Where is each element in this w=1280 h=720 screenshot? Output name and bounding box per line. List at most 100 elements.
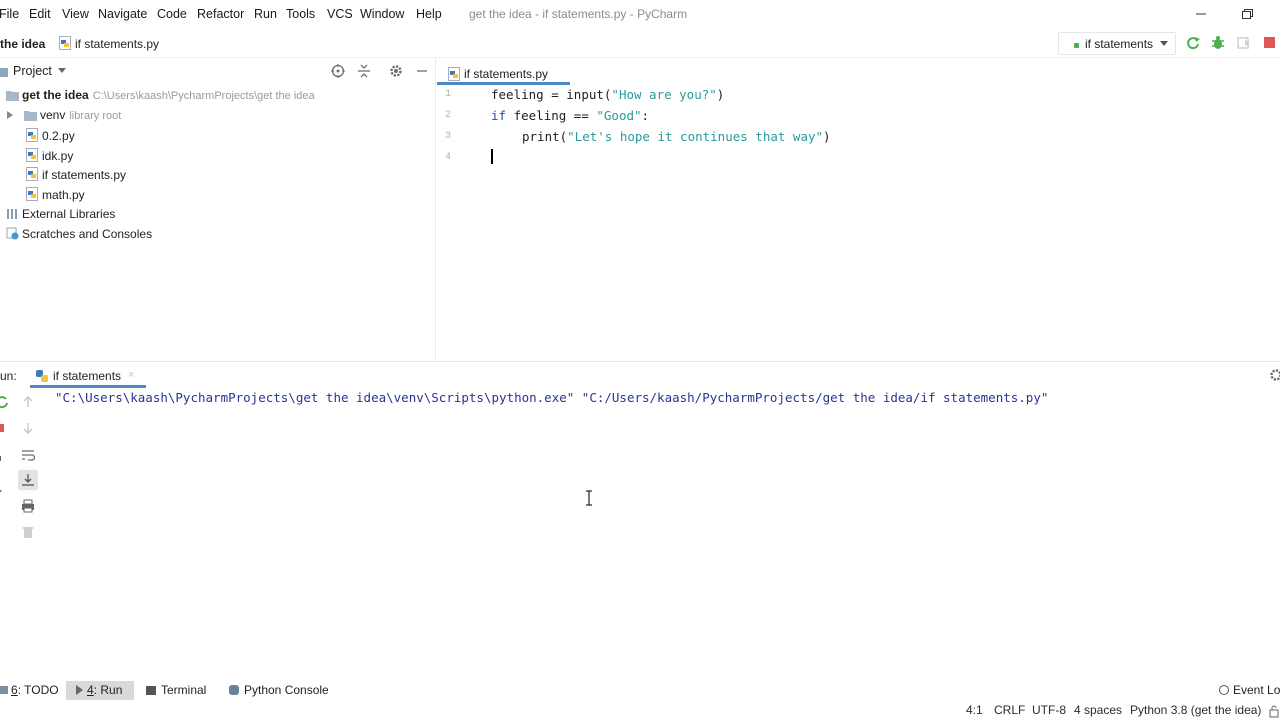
code-token: : bbox=[641, 108, 650, 123]
debug-icon[interactable] bbox=[1210, 35, 1226, 54]
scratches-icon bbox=[6, 227, 19, 240]
status-bar: 4:1 CRLF UTF-8 4 spaces Python 3.8 (get … bbox=[0, 701, 1280, 720]
trash-icon[interactable] bbox=[20, 524, 36, 540]
run-panel-label: un: bbox=[0, 369, 17, 383]
tab-event-log[interactable]: Event Lo bbox=[1219, 681, 1280, 700]
tree-item-venv[interactable]: venv library root bbox=[6, 108, 121, 126]
code-token: feeling bbox=[491, 87, 544, 102]
close-icon[interactable]: × bbox=[128, 369, 134, 381]
tree-item-project-root[interactable]: get the idea C:\Users\kaash\PycharmProjec… bbox=[6, 88, 315, 106]
menu-code[interactable]: Code bbox=[157, 7, 187, 21]
chevron-down-icon[interactable] bbox=[57, 64, 67, 79]
tree-item-label: External Libraries bbox=[22, 207, 116, 221]
tab-python-console[interactable]: Python Console bbox=[229, 681, 329, 700]
chevron-right-icon bbox=[6, 109, 14, 123]
collapse-all-icon[interactable] bbox=[356, 63, 372, 82]
breadcrumb-file[interactable]: if statements.py bbox=[75, 37, 159, 51]
menu-run[interactable]: Run bbox=[254, 7, 277, 21]
tab-python-console-label: Python Console bbox=[244, 683, 329, 697]
run-tab[interactable]: if statements × bbox=[30, 364, 146, 388]
tree-item-label: idk.py bbox=[42, 149, 74, 163]
menu-view[interactable]: View bbox=[62, 7, 89, 21]
tool-window-bar: 6: TODO 4: Run Terminal Python Console E… bbox=[0, 679, 1280, 701]
project-view-icon bbox=[0, 66, 10, 81]
menu-refactor[interactable]: Refactor bbox=[197, 7, 244, 21]
rerun-icon[interactable] bbox=[0, 394, 10, 410]
menu-help[interactable]: Help bbox=[416, 7, 442, 21]
navigation-bar: the idea if statements.py if statements bbox=[0, 29, 1280, 58]
coverage-icon[interactable] bbox=[1236, 35, 1252, 54]
arrow-up-icon[interactable] bbox=[20, 394, 36, 410]
menu-bar: File Edit View Navigate Code Refactor Ru… bbox=[0, 0, 1280, 29]
lock-icon[interactable] bbox=[1268, 704, 1280, 720]
locate-icon[interactable] bbox=[330, 63, 346, 82]
code-string: "Good" bbox=[596, 108, 642, 123]
tree-item-file[interactable]: if statements.py bbox=[26, 167, 126, 185]
tree-item-file[interactable]: math.py bbox=[26, 187, 85, 205]
tree-item-external-libraries[interactable]: External Libraries bbox=[6, 207, 115, 225]
run-configuration-select[interactable]: if statements bbox=[1058, 32, 1176, 55]
interpreter-selector[interactable]: Python 3.8 (get the idea) bbox=[1130, 703, 1261, 717]
event-log-icon bbox=[1219, 685, 1229, 695]
soft-wrap-icon[interactable] bbox=[20, 447, 36, 463]
editor-tab-label: if statements.py bbox=[464, 67, 549, 81]
step-icon[interactable] bbox=[0, 484, 12, 500]
menu-edit[interactable]: Edit bbox=[29, 7, 51, 21]
tree-item-hint: library root bbox=[69, 110, 122, 122]
python-icon bbox=[35, 369, 49, 386]
chevron-down-icon bbox=[1159, 37, 1169, 52]
tree-item-file[interactable]: 0.2.py bbox=[26, 128, 75, 146]
file-encoding[interactable]: UTF-8 bbox=[1032, 703, 1066, 717]
code-string: "Let's hope it continues that way" bbox=[567, 129, 824, 144]
menu-tools[interactable]: Tools bbox=[286, 7, 315, 21]
run-icon bbox=[76, 685, 83, 695]
tab-todo[interactable]: 6: TODO bbox=[0, 681, 60, 700]
console-output: "C:\Users\kaash\PycharmProjects\get the … bbox=[55, 390, 1049, 405]
menu-vcs[interactable]: VCS bbox=[327, 7, 353, 21]
line-separator[interactable]: CRLF bbox=[994, 703, 1025, 717]
tree-item-label: venv bbox=[40, 108, 66, 122]
breadcrumb-project[interactable]: the idea bbox=[0, 37, 45, 51]
tab-todo-number: 6 bbox=[11, 683, 18, 697]
code-token: input( bbox=[566, 87, 612, 102]
tree-item-file[interactable]: idk.py bbox=[26, 148, 73, 166]
print-icon[interactable] bbox=[20, 498, 36, 514]
code-editor[interactable]: if statements.py 1 2 3 4 feeling = input… bbox=[437, 58, 1280, 360]
pycharm-window: File Edit View Navigate Code Refactor Ru… bbox=[0, 0, 1280, 720]
line-number: 4 bbox=[444, 152, 451, 163]
arrow-down-icon[interactable] bbox=[20, 420, 36, 436]
tree-item-label: if statements.py bbox=[42, 168, 127, 182]
tree-item-label: math.py bbox=[42, 188, 85, 202]
gear-icon[interactable] bbox=[388, 63, 404, 82]
indent-setting[interactable]: 4 spaces bbox=[1074, 703, 1122, 717]
tab-terminal[interactable]: Terminal bbox=[146, 681, 218, 700]
code-line-1: feeling = input("How are you?") bbox=[491, 87, 724, 102]
folder-icon bbox=[6, 89, 19, 102]
project-tool-window: Project get the idea C:\Users\kaash\Pycha… bbox=[0, 58, 436, 360]
scroll-to-end-icon[interactable] bbox=[18, 470, 38, 490]
minimize-icon[interactable] bbox=[1191, 5, 1211, 23]
restore-icon[interactable] bbox=[1237, 5, 1257, 23]
run-config-label: if statements bbox=[1085, 37, 1154, 51]
python-file-icon bbox=[26, 167, 38, 181]
caret-position[interactable]: 4:1 bbox=[966, 703, 983, 717]
stop-icon[interactable] bbox=[0, 422, 12, 438]
editor-tab[interactable]: if statements.py bbox=[437, 61, 570, 85]
menu-window[interactable]: Window bbox=[360, 7, 404, 21]
run-tool-window: un: if statements × "C:\Users\kaash\Pych… bbox=[0, 361, 1280, 679]
tab-run[interactable]: 4: Run bbox=[66, 681, 134, 700]
tree-item-scratches[interactable]: Scratches and Consoles bbox=[6, 227, 152, 245]
tab-run-number: 4 bbox=[87, 683, 94, 697]
menu-navigate[interactable]: Navigate bbox=[98, 7, 147, 21]
folder-icon bbox=[24, 109, 37, 122]
hide-panel-icon[interactable] bbox=[414, 63, 430, 82]
project-view-title[interactable]: Project bbox=[13, 64, 52, 78]
stop-icon[interactable] bbox=[1264, 37, 1275, 48]
pin-icon[interactable] bbox=[0, 454, 12, 470]
menu-file[interactable]: File bbox=[0, 7, 19, 21]
gear-icon[interactable] bbox=[1268, 367, 1280, 386]
library-icon bbox=[6, 208, 18, 221]
todo-icon bbox=[0, 686, 8, 694]
rerun-icon[interactable] bbox=[1185, 35, 1201, 54]
code-token: print( bbox=[522, 129, 568, 144]
